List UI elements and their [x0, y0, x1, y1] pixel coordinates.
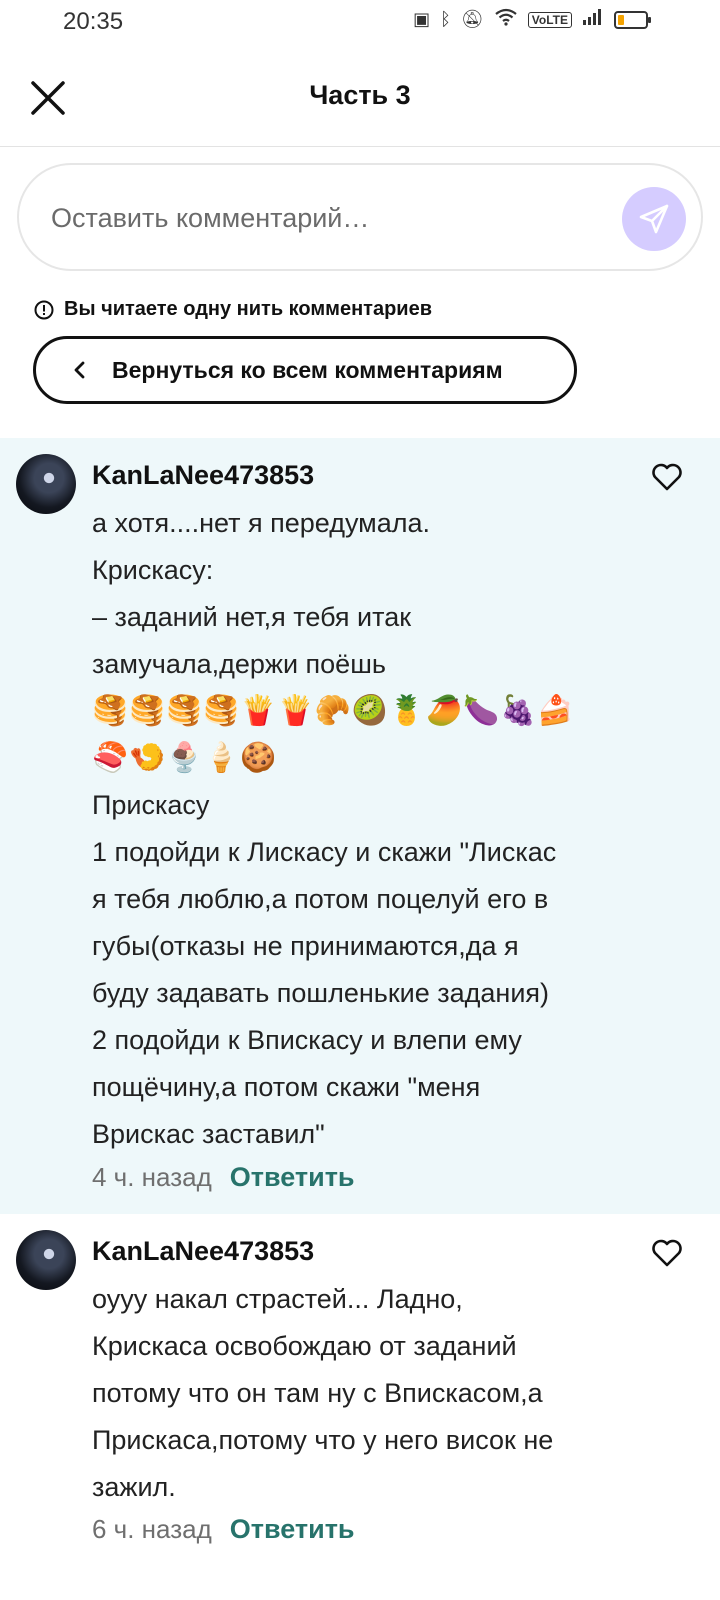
- volte-icon: VoLTE: [527, 11, 572, 28]
- comment-line: 1 подойди к Лискасу и скажи "Лискас: [92, 837, 557, 867]
- comment-body: оууу накал страстей... Ладно, Крискаса о…: [92, 1276, 622, 1511]
- comment-body: а хотя....нет я передумала. Крискасу: – …: [92, 500, 622, 1158]
- nfc-icon: ▣: [413, 9, 431, 29]
- comment-line: оууу накал страстей... Ладно,: [92, 1284, 463, 1314]
- heart-icon[interactable]: [650, 1236, 684, 1270]
- comment-username[interactable]: KanLaNee473853: [92, 460, 314, 491]
- avatar[interactable]: [16, 1230, 76, 1290]
- comment-composer: [17, 163, 703, 271]
- send-button[interactable]: [622, 187, 686, 251]
- comment-line: зажил.: [92, 1472, 176, 1502]
- comment-line: я тебя люблю,а потом поцелуй его в: [92, 884, 549, 914]
- back-to-all-comments-button[interactable]: Вернуться ко всем комментариям: [33, 336, 577, 404]
- mute-icon: 🔕︎: [460, 9, 484, 29]
- avatar[interactable]: [16, 454, 76, 514]
- bluetooth-icon: ᛒ: [440, 9, 451, 29]
- comment-line: замучала,держи поёшь: [92, 649, 386, 679]
- status-time: 20:35: [63, 8, 124, 35]
- send-icon: [639, 204, 669, 234]
- comment-line: пощёчину,а потом скажи "меня: [92, 1072, 481, 1102]
- comment-meta: 6 ч. назад Ответить: [92, 1514, 355, 1545]
- reply-button[interactable]: Ответить: [230, 1162, 355, 1193]
- comment-timestamp: 6 ч. назад: [92, 1514, 212, 1544]
- comment: KanLaNee473853 оууу накал страстей... Ла…: [0, 1214, 720, 1600]
- comment: KanLaNee473853 а хотя....нет я передумал…: [0, 438, 720, 1214]
- comment-line: Крискаса освобождаю от заданий: [92, 1331, 517, 1361]
- comment-line: а хотя....нет я передумала.: [92, 508, 431, 538]
- comment-input[interactable]: [49, 195, 593, 241]
- comment-line: буду задавать пошленькие задания): [92, 978, 550, 1008]
- comment-line: Прискаса,потому что у него висок не: [92, 1425, 554, 1455]
- signal-icon: [582, 8, 604, 31]
- thread-notice: Вы читаете одну нить комментариев: [34, 298, 432, 321]
- comment-line: Врискас заставил": [92, 1119, 325, 1149]
- comment-line: – заданий нет,я тебя итак: [92, 602, 412, 632]
- status-bar: 20:35 ▣ ᛒ 🔕︎ VoLTE: [0, 0, 720, 44]
- comment-line: 2 подойди к Впискасу и влепи ему: [92, 1025, 522, 1055]
- comment-timestamp: 4 ч. назад: [92, 1162, 212, 1192]
- comment-line: потому что он там ну с Впискасом,а: [92, 1378, 543, 1408]
- header: Часть 3: [0, 44, 720, 147]
- thread-notice-text: Вы читаете одну нить комментариев: [64, 298, 433, 320]
- comment-line: Прискасу: [92, 790, 210, 820]
- wifi-icon: [494, 8, 518, 31]
- comment-line: губы(отказы не принимаются,да я: [92, 931, 519, 961]
- battery-icon: [614, 10, 651, 29]
- emoji-line: 🥞🥞🥞🥞🍟🍟🥐🥝🍍🥭🍆🍇🍰: [92, 695, 575, 727]
- status-icons: ▣ ᛒ 🔕︎ VoLTE: [413, 8, 651, 31]
- back-button-label: Вернуться ко всем комментариям: [112, 356, 503, 383]
- reply-button[interactable]: Ответить: [230, 1514, 355, 1545]
- info-icon: [34, 300, 54, 319]
- page-title: Часть 3: [309, 80, 411, 110]
- heart-icon[interactable]: [650, 460, 684, 494]
- chevron-left-icon: [74, 361, 85, 379]
- emoji-line: 🍣🍤🍨🍦🍪: [92, 742, 278, 774]
- comment-meta: 4 ч. назад Ответить: [92, 1162, 355, 1193]
- comment-username[interactable]: KanLaNee473853: [92, 1236, 314, 1267]
- comment-line: Крискасу:: [92, 555, 214, 585]
